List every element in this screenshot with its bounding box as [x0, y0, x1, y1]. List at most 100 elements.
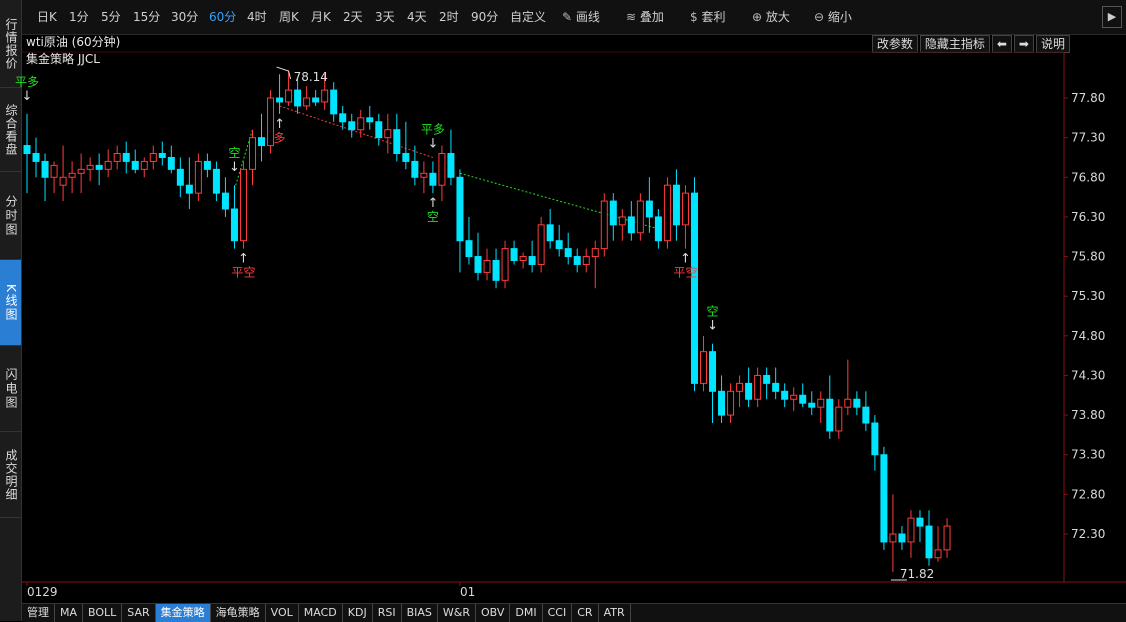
candle[interactable]	[781, 383, 789, 408]
indicator-tab[interactable]: KDJ	[343, 604, 373, 622]
candle[interactable]	[853, 391, 861, 416]
candle[interactable]	[239, 161, 247, 249]
candle[interactable]	[907, 510, 915, 558]
indicator-tab[interactable]: OBV	[476, 604, 511, 622]
candle[interactable]	[627, 201, 635, 241]
candle[interactable]	[618, 208, 626, 241]
indicator-tab[interactable]: RSI	[373, 604, 402, 622]
candle[interactable]	[808, 391, 816, 416]
candle[interactable]	[871, 415, 879, 471]
candle[interactable]	[510, 240, 518, 265]
candle[interactable]	[249, 129, 256, 186]
candle[interactable]	[880, 446, 888, 550]
candle[interactable]	[420, 161, 428, 194]
indicator-tab[interactable]: SAR	[122, 604, 156, 622]
candle[interactable]	[402, 121, 410, 170]
candle[interactable]	[393, 113, 401, 162]
candle[interactable]	[690, 177, 698, 392]
candle[interactable]	[303, 86, 311, 110]
indicator-tab[interactable]: CCI	[543, 604, 573, 622]
candle[interactable]	[330, 82, 338, 122]
indicator-tab[interactable]: 海龟策略	[211, 604, 266, 622]
candle[interactable]	[889, 494, 897, 573]
candle[interactable]	[194, 153, 202, 202]
candle[interactable]	[312, 90, 320, 106]
candle[interactable]	[555, 224, 563, 257]
candle[interactable]	[925, 510, 933, 566]
candle[interactable]	[916, 510, 924, 542]
candle[interactable]	[411, 145, 419, 186]
candle[interactable]	[348, 113, 356, 138]
candle[interactable]	[817, 391, 825, 424]
candle[interactable]	[95, 153, 103, 186]
candle[interactable]	[77, 153, 85, 194]
candle[interactable]	[943, 518, 951, 558]
candle[interactable]	[492, 248, 500, 289]
candle[interactable]	[131, 149, 139, 174]
candle[interactable]	[636, 193, 644, 241]
candle[interactable]	[528, 240, 536, 273]
candle[interactable]	[384, 113, 392, 154]
candle[interactable]	[258, 113, 266, 162]
candle[interactable]	[176, 157, 184, 198]
candle[interactable]	[654, 208, 662, 249]
candle[interactable]	[474, 232, 482, 281]
indicator-tab[interactable]: W&R	[438, 604, 476, 622]
candle[interactable]	[483, 248, 491, 281]
candle[interactable]	[375, 113, 383, 146]
candle[interactable]	[537, 216, 545, 273]
candle[interactable]	[212, 161, 220, 202]
candle[interactable]	[68, 161, 76, 194]
candle[interactable]	[456, 169, 464, 273]
candle[interactable]	[672, 169, 680, 241]
candle[interactable]	[835, 399, 843, 439]
indicator-tab[interactable]: MA	[55, 604, 84, 622]
candle[interactable]	[772, 367, 780, 400]
candle[interactable]	[754, 367, 762, 408]
candle[interactable]	[600, 193, 608, 257]
candle[interactable]	[23, 113, 31, 194]
candle[interactable]	[546, 208, 554, 249]
candle[interactable]	[663, 177, 671, 249]
candlestick-chart[interactable]: 77.80 77.30 76.80 76.30 75.80 75.30 74.80 74.30…	[0, 0, 1126, 621]
candle[interactable]	[104, 149, 112, 178]
candle[interactable]	[826, 375, 834, 439]
candle[interactable]	[564, 232, 572, 265]
candle[interactable]	[709, 343, 717, 424]
candle[interactable]	[763, 367, 771, 400]
candle[interactable]	[86, 157, 94, 182]
candle[interactable]	[276, 74, 284, 114]
candle[interactable]	[582, 248, 590, 273]
candle[interactable]	[230, 185, 238, 249]
indicator-tab[interactable]: CR	[572, 604, 599, 622]
candle[interactable]	[745, 367, 753, 408]
candle[interactable]	[357, 109, 365, 138]
candle[interactable]	[429, 161, 437, 194]
indicator-tab[interactable]: BOLL	[83, 604, 123, 622]
candle[interactable]	[790, 387, 798, 412]
candle[interactable]	[609, 193, 617, 241]
candle[interactable]	[447, 129, 455, 186]
indicator-tab[interactable]: 集金策略	[155, 604, 211, 622]
candle[interactable]	[799, 383, 807, 408]
candle[interactable]	[898, 526, 906, 550]
candle[interactable]	[167, 145, 175, 174]
candle[interactable]	[519, 252, 527, 269]
indicator-tab[interactable]: VOL	[266, 604, 299, 622]
candle[interactable]	[934, 526, 942, 562]
indicator-tab[interactable]: MACD	[299, 604, 343, 622]
indicator-tab[interactable]: BIAS	[402, 604, 438, 622]
candle[interactable]	[140, 157, 148, 178]
candle[interactable]	[59, 145, 67, 202]
candle[interactable]	[203, 153, 211, 178]
candle[interactable]	[438, 145, 446, 202]
candle[interactable]	[573, 248, 581, 273]
candle[interactable]	[718, 375, 726, 424]
candle[interactable]	[158, 141, 166, 166]
candle[interactable]	[736, 375, 744, 408]
candle[interactable]	[366, 105, 374, 130]
candle[interactable]	[591, 240, 599, 289]
candle[interactable]	[185, 157, 193, 209]
candle[interactable]	[465, 216, 473, 265]
candle[interactable]	[681, 185, 689, 249]
